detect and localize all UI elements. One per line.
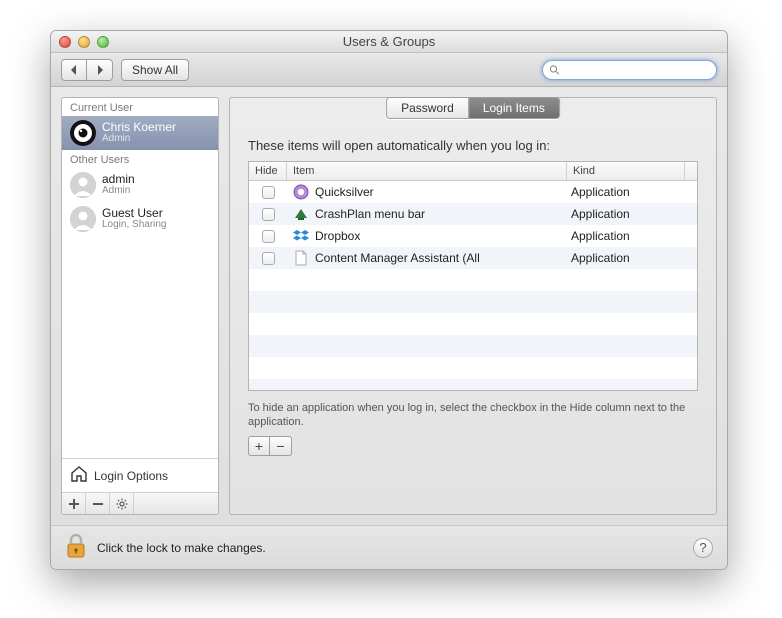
window-title: Users & Groups (51, 34, 727, 49)
current-user-name: Chris Koerner (102, 121, 176, 133)
col-hide[interactable]: Hide (249, 162, 287, 180)
titlebar[interactable]: Users & Groups (51, 31, 727, 53)
hide-hint-text: To hide an application when you log in, … (248, 401, 698, 430)
add-user-button[interactable] (62, 493, 86, 514)
hide-checkbox[interactable] (262, 186, 275, 199)
table-row[interactable]: Content Manager Assistant (All Applicati… (249, 247, 697, 269)
table-row[interactable]: Dropbox Application (249, 225, 697, 247)
item-name: CrashPlan menu bar (315, 207, 425, 221)
main-panel: Password Login Items These items will op… (229, 97, 717, 515)
toolbar: Show All (51, 53, 727, 87)
other-user-0-role: Admin (102, 185, 135, 197)
home-icon (70, 465, 88, 486)
content-area: Current User Chris Koerner Admin Other U… (51, 87, 727, 525)
sidebar-item-guest[interactable]: Guest User Login, Sharing (62, 202, 218, 236)
quicksilver-icon (293, 184, 309, 200)
item-name: Dropbox (315, 229, 360, 243)
sidebar-controls (62, 492, 218, 514)
forward-button[interactable] (87, 59, 113, 81)
other-user-1-role: Login, Sharing (102, 219, 167, 231)
avatar-current-icon (70, 120, 96, 146)
hide-checkbox[interactable] (262, 230, 275, 243)
lock-text: Click the lock to make changes. (97, 541, 266, 555)
item-kind: Application (567, 185, 685, 199)
col-item[interactable]: Item (287, 162, 567, 180)
other-user-0-name: admin (102, 173, 135, 185)
search-field[interactable] (542, 60, 717, 80)
avatar-generic-icon (70, 172, 96, 198)
login-options-label: Login Options (94, 469, 168, 483)
sidebar-item-current-user[interactable]: Chris Koerner Admin (62, 116, 218, 150)
footer: Click the lock to make changes. ? (51, 525, 727, 569)
login-items-table: Hide Item Kind Quicksilver Application (248, 161, 698, 391)
item-name: Quicksilver (315, 185, 374, 199)
help-button[interactable]: ? (693, 538, 713, 558)
login-options-button[interactable]: Login Options (62, 458, 218, 492)
lock-icon[interactable] (65, 533, 87, 562)
current-user-role: Admin (102, 133, 176, 145)
tab-login-items[interactable]: Login Items (468, 98, 559, 118)
back-button[interactable] (61, 59, 87, 81)
other-users-label: Other Users (62, 150, 218, 168)
add-item-button[interactable]: + (248, 436, 270, 456)
users-sidebar: Current User Chris Koerner Admin Other U… (61, 97, 219, 515)
preferences-window: Users & Groups Show All Current User (50, 30, 728, 570)
remove-item-button[interactable]: − (270, 436, 292, 456)
table-row[interactable]: CrashPlan menu bar Application (249, 203, 697, 225)
document-icon (293, 250, 309, 266)
hide-checkbox[interactable] (262, 252, 275, 265)
user-actions-gear[interactable] (110, 493, 134, 514)
nav-buttons (61, 59, 113, 81)
search-icon (549, 64, 560, 76)
search-input[interactable] (564, 63, 710, 77)
item-kind: Application (567, 207, 685, 221)
table-row[interactable]: Quicksilver Application (249, 181, 697, 203)
current-user-label: Current User (62, 98, 218, 116)
main-tabs: Password Login Items (386, 97, 560, 119)
avatar-generic-icon (70, 206, 96, 232)
crashplan-icon (293, 206, 309, 222)
table-header: Hide Item Kind (249, 162, 697, 181)
item-name: Content Manager Assistant (All (315, 251, 480, 265)
show-all-button[interactable]: Show All (121, 59, 189, 81)
tab-password[interactable]: Password (387, 98, 468, 118)
col-kind[interactable]: Kind (567, 162, 685, 180)
item-controls: + − (248, 436, 698, 456)
login-items-heading: These items will open automatically when… (248, 138, 698, 153)
gear-icon (116, 498, 128, 510)
dropbox-icon (293, 228, 309, 244)
item-kind: Application (567, 251, 685, 265)
sidebar-item-admin[interactable]: admin Admin (62, 168, 218, 202)
item-kind: Application (567, 229, 685, 243)
hide-checkbox[interactable] (262, 208, 275, 221)
remove-user-button[interactable] (86, 493, 110, 514)
other-user-1-name: Guest User (102, 207, 167, 219)
